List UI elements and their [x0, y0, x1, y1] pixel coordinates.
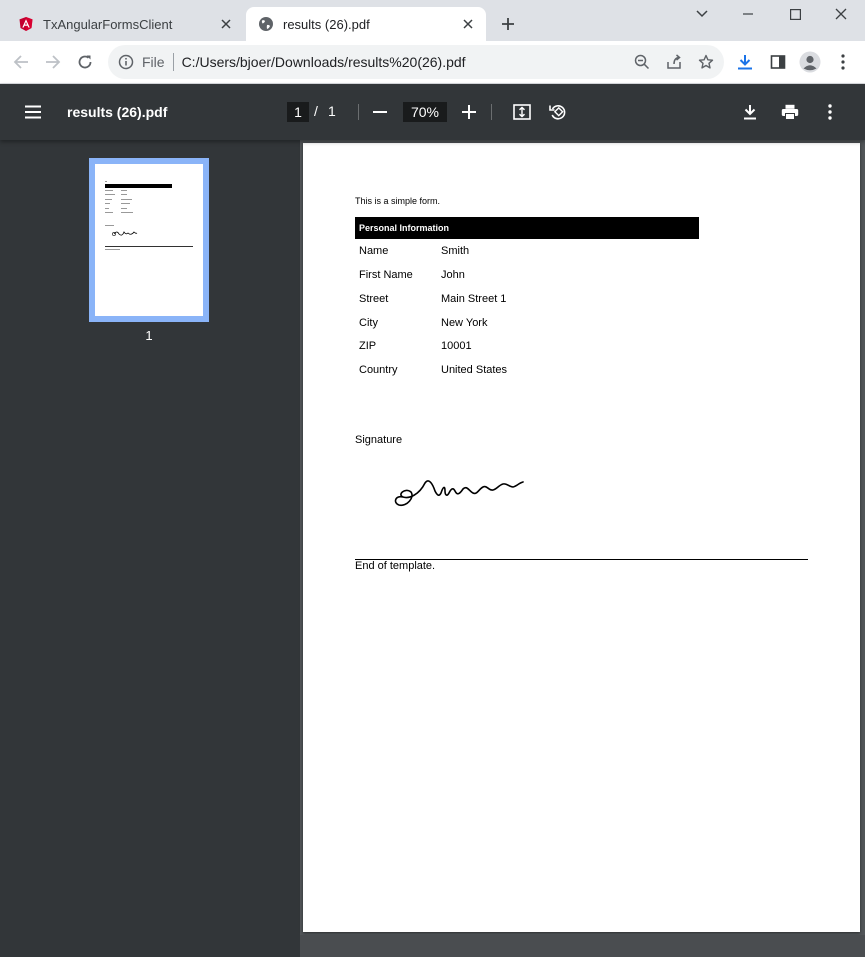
- page-number-input[interactable]: 1: [287, 102, 309, 122]
- maximize-icon[interactable]: [772, 0, 818, 28]
- downloads-icon[interactable]: [731, 48, 759, 76]
- more-actions-icon[interactable]: [816, 98, 844, 126]
- browser-toolbar: File C:/Users/bjoer/Downloads/results%20…: [0, 41, 865, 84]
- forward-arrow-icon[interactable]: [39, 48, 67, 76]
- page-thumbnail[interactable]: [89, 158, 209, 322]
- hamburger-menu-icon[interactable]: [19, 98, 47, 126]
- close-tab-icon[interactable]: [216, 14, 236, 34]
- globe-icon: [258, 16, 274, 32]
- rotate-counterclockwise-icon[interactable]: [544, 98, 572, 126]
- tab-strip: TxAngularFormsClient results (26).pdf: [0, 0, 865, 41]
- reload-icon[interactable]: [71, 48, 99, 76]
- angular-logo-icon: [18, 16, 34, 32]
- field-label: Country: [359, 364, 398, 376]
- field-label: City: [359, 317, 378, 329]
- field-label: First Name: [359, 269, 413, 281]
- field-value: 10001: [441, 340, 472, 352]
- end-of-template-text: End of template.: [355, 560, 436, 572]
- fit-to-page-icon[interactable]: [508, 98, 536, 126]
- share-icon[interactable]: [660, 48, 688, 76]
- url-text[interactable]: C:/Users/bjoer/Downloads/results%20(26).…: [182, 54, 628, 70]
- horizontal-scrollbar[interactable]: [300, 935, 865, 957]
- pdf-viewer-toolbar: results (26).pdf 1 / 1 70%: [0, 84, 865, 140]
- url-scheme-label: File: [142, 54, 165, 70]
- address-bar[interactable]: File C:/Users/bjoer/Downloads/results%20…: [108, 45, 724, 79]
- download-icon[interactable]: [736, 98, 764, 126]
- tab-results-pdf[interactable]: results (26).pdf: [246, 7, 486, 41]
- thumbnail-sidebar: 1: [0, 140, 300, 957]
- tab-title: TxAngularFormsClient: [43, 16, 173, 32]
- page-count: 1: [328, 103, 336, 119]
- document-viewport[interactable]: This is a simple form. Personal Informat…: [300, 140, 865, 957]
- field-value: New York: [441, 317, 488, 329]
- toolbar-divider: [491, 104, 492, 120]
- side-panel-icon[interactable]: [764, 48, 792, 76]
- profile-avatar-icon[interactable]: [796, 48, 824, 76]
- tab-title: results (26).pdf: [283, 16, 370, 32]
- thumbnail-page-preview: [95, 164, 203, 316]
- pdf-page: This is a simple form. Personal Informat…: [303, 143, 860, 932]
- field-label: Street: [359, 293, 389, 305]
- zoom-level-input[interactable]: 70%: [403, 102, 447, 122]
- zoom-out-icon[interactable]: [366, 98, 394, 126]
- tab-search-chevron-down-icon[interactable]: [679, 0, 725, 28]
- minimize-icon[interactable]: [725, 0, 771, 28]
- page-separator: /: [314, 103, 318, 119]
- field-label: Name: [359, 245, 389, 257]
- section-heading: Personal Information: [355, 217, 699, 239]
- print-icon[interactable]: [776, 98, 804, 126]
- document-title: results (26).pdf: [67, 104, 168, 120]
- signature-label: Signature: [355, 434, 403, 446]
- field-label: ZIP: [359, 340, 377, 352]
- back-arrow-icon[interactable]: [7, 48, 35, 76]
- zoom-in-icon[interactable]: [455, 98, 483, 126]
- close-window-icon[interactable]: [818, 0, 864, 28]
- intro-text: This is a simple form.: [355, 196, 441, 206]
- thumbnail-page-number: 1: [145, 328, 153, 343]
- field-value: Main Street 1: [441, 293, 507, 305]
- bookmark-star-icon[interactable]: [692, 48, 720, 76]
- zoom-out-magnifier-icon[interactable]: [628, 48, 656, 76]
- browser-menu-icon[interactable]: [829, 48, 857, 76]
- field-value: Smith: [441, 245, 470, 257]
- signature-image: [389, 473, 525, 514]
- tab-txangularformsclient[interactable]: TxAngularFormsClient: [8, 7, 244, 41]
- divider: [172, 53, 174, 71]
- new-tab-button[interactable]: [496, 12, 520, 36]
- info-icon[interactable]: [116, 52, 136, 72]
- close-tab-icon[interactable]: [458, 14, 478, 34]
- field-value: United States: [441, 364, 508, 376]
- field-value: John: [441, 269, 465, 281]
- toolbar-divider: [358, 104, 359, 120]
